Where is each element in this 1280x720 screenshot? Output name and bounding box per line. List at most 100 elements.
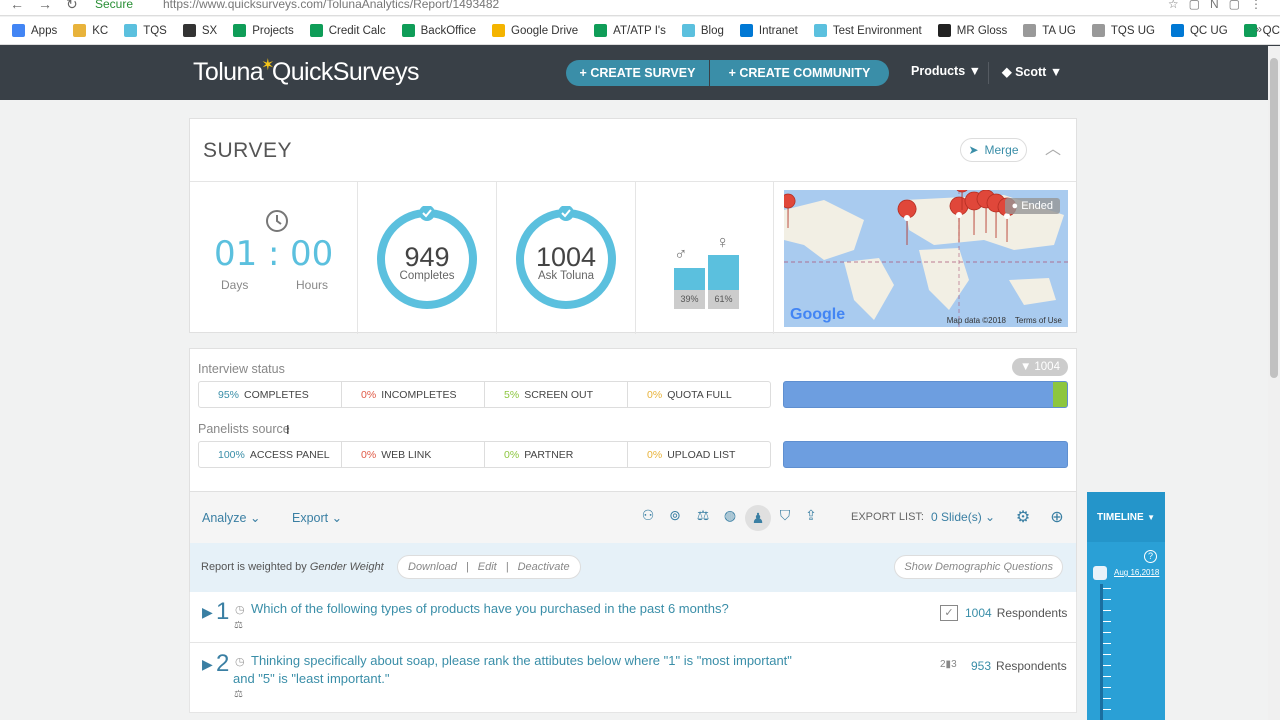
- show-demographic-button[interactable]: Show Demographic Questions: [894, 555, 1063, 579]
- weighted-text: Report is weighted by Gender Weight: [201, 561, 384, 573]
- segment-label: INCOMPLETES: [381, 388, 457, 401]
- gear-icon[interactable]: ⚙: [1012, 507, 1034, 527]
- merge-button[interactable]: ➤ Merge: [960, 138, 1027, 162]
- bookmark-item[interactable]: Google Drive: [492, 24, 578, 37]
- segment-web-link[interactable]: 0% WEB LINK: [342, 442, 485, 467]
- user-menu[interactable]: ◆ Scott ▼: [1002, 64, 1062, 79]
- time-colon: :: [268, 234, 280, 274]
- globe-icon[interactable]: ◍: [719, 507, 741, 524]
- segment-upload-list[interactable]: 0% UPLOAD LIST: [628, 442, 770, 467]
- analyze-menu[interactable]: Analyze ⌄: [202, 510, 260, 525]
- days-label: Days: [221, 278, 249, 292]
- edit-weight-link[interactable]: Edit: [478, 561, 497, 573]
- toluna-logo[interactable]: Toluna✶QuickSurveys: [193, 57, 420, 87]
- user-name: Scott ▼: [1015, 65, 1063, 79]
- export-list-select[interactable]: 0 Slide(s) ⌄: [931, 510, 995, 524]
- question-text[interactable]: Thinking specifically about soap, please…: [233, 652, 793, 688]
- bookmark-label: TA UG: [1042, 24, 1076, 37]
- bookmark-item[interactable]: Intranet: [739, 24, 798, 37]
- page-icon: [1091, 24, 1105, 37]
- help-lifebuoy-icon[interactable]: ⊕: [1046, 507, 1068, 527]
- download-weight-link[interactable]: Download: [408, 561, 457, 573]
- segment-completes[interactable]: 95% COMPLETES: [199, 382, 342, 407]
- person-weight-icon[interactable]: ♟: [745, 505, 771, 531]
- question-row[interactable]: ▶ 1 ◷ Which of the following types of pr…: [189, 592, 1077, 643]
- filter-count-badge[interactable]: ▼ 1004: [1012, 358, 1068, 376]
- bookmark-item[interactable]: Test Environment: [813, 24, 922, 37]
- expand-arrow-icon[interactable]: ▶: [202, 604, 213, 621]
- segment-screen-out[interactable]: 5% SCREEN OUT: [485, 382, 628, 407]
- expand-arrow-icon[interactable]: ▶: [202, 656, 213, 673]
- respondents-label: Respondents: [996, 659, 1067, 673]
- bookmark-label: QC Tracker: [1262, 24, 1280, 37]
- help-icon[interactable]: ?: [1144, 550, 1157, 563]
- export-menu[interactable]: Export ⌄: [292, 510, 342, 525]
- respondents-number: 1004: [965, 606, 992, 620]
- segment-access-panel[interactable]: 100% ACCESS PANEL: [199, 442, 342, 467]
- timeline-header[interactable]: TIMELINE ▼: [1087, 492, 1165, 542]
- products-menu[interactable]: Products ▼: [911, 64, 981, 78]
- segments-icon[interactable]: ⚇: [637, 507, 659, 524]
- page-scrollbar[interactable]: [1268, 46, 1280, 720]
- collapse-chevron-icon[interactable]: ︿: [1040, 137, 1066, 163]
- bookmark-label: QC UG: [1189, 24, 1228, 37]
- bookmark-item[interactable]: SX: [182, 24, 217, 37]
- respondents-number: 953: [971, 659, 992, 673]
- deactivate-weight-link[interactable]: Deactivate: [518, 561, 570, 573]
- bookmark-item[interactable]: Credit Calc: [309, 24, 386, 37]
- ended-badge: ● Ended: [1005, 198, 1060, 214]
- bookmark-item[interactable]: QC UG: [1170, 24, 1228, 37]
- url-field[interactable]: https://www.quicksurveys.com/TolunaAnaly…: [163, 0, 499, 11]
- timeline-slider-handle[interactable]: [1093, 566, 1107, 580]
- filter-count: 1004: [1034, 361, 1060, 373]
- segment-label: ACCESS PANEL: [249, 448, 330, 461]
- gender-stat: ♂ ♀ 39% 61%: [636, 182, 774, 334]
- stats-row: 01 : 00 Days Hours 949 Completes 1004 As: [190, 181, 1076, 334]
- bookmark-item[interactable]: Apps: [12, 24, 57, 37]
- extension-icons[interactable]: ☆▢N▢⋮: [1168, 0, 1272, 11]
- interview-status-label: Interview status: [198, 362, 285, 376]
- bookmark-label: Credit Calc: [328, 24, 386, 37]
- chevron-down-icon: ⌄: [331, 511, 343, 525]
- analyze-label: Analyze: [202, 511, 247, 525]
- create-community-button[interactable]: + CREATE COMMUNITY: [710, 60, 889, 86]
- male-pct: 39%: [674, 290, 705, 309]
- respondents-map[interactable]: ● Ended Google Map data ©2018 Terms of U…: [784, 190, 1068, 327]
- browser-nav-icons[interactable]: ←→↻: [10, 0, 92, 13]
- segment-incompletes[interactable]: 0% INCOMPLETES: [342, 382, 485, 407]
- question-text[interactable]: Which of the following types of products…: [251, 600, 811, 618]
- bookmark-item[interactable]: MR Gloss: [937, 24, 1007, 37]
- share-icon[interactable]: ⇪: [800, 507, 822, 524]
- segment-label: UPLOAD LIST: [667, 448, 736, 461]
- bookmark-item[interactable]: AT/ATP I's: [594, 24, 666, 37]
- segment-pct: 5%: [504, 388, 520, 401]
- completes-value: 949: [404, 242, 450, 272]
- create-survey-button[interactable]: + CREATE SURVEY: [566, 60, 709, 86]
- bookmark-item[interactable]: Projects: [233, 24, 294, 37]
- timeline-panel: TIMELINE ▼ ? Aug 16,2018: [1087, 492, 1165, 720]
- bookmark-item[interactable]: TQS: [124, 24, 167, 37]
- timeline-date[interactable]: Aug 16,2018: [1114, 568, 1159, 577]
- bookmark-item[interactable]: TA UG: [1023, 24, 1076, 37]
- bookmark-item[interactable]: TQS UG: [1091, 24, 1155, 37]
- google-logo: Google: [790, 306, 846, 323]
- segment-quota-full[interactable]: 0% QUOTA FULL: [628, 382, 770, 407]
- browser-address-bar: ←→↻ Secure https://www.quicksurveys.com/…: [0, 0, 1280, 16]
- bookmark-item[interactable]: KC: [73, 24, 108, 37]
- drive-icon: [492, 24, 506, 37]
- question-row[interactable]: ▶ 2 ◷ Thinking specifically about soap, …: [189, 643, 1077, 713]
- compare-icon[interactable]: ⊚: [664, 507, 686, 524]
- bookmarks-more-button[interactable]: »: [1255, 22, 1262, 36]
- scrollbar-thumb[interactable]: [1270, 58, 1278, 378]
- text-cursor-icon: I: [286, 422, 290, 437]
- clock-icon: [266, 210, 288, 232]
- weight-icon: ⚖: [234, 620, 243, 631]
- filter-icon[interactable]: ⛉: [774, 507, 796, 524]
- weighted-prefix: Report is weighted by: [201, 561, 307, 573]
- segment-partner[interactable]: 0% PARTNER: [485, 442, 628, 467]
- bookmark-item[interactable]: BackOffice: [401, 24, 476, 37]
- bookmark-item[interactable]: Blog: [681, 24, 724, 37]
- terms-link[interactable]: Terms of Use: [1015, 316, 1062, 325]
- timeline-ticks: [1103, 588, 1111, 720]
- weight-icon[interactable]: ⚖: [692, 507, 714, 524]
